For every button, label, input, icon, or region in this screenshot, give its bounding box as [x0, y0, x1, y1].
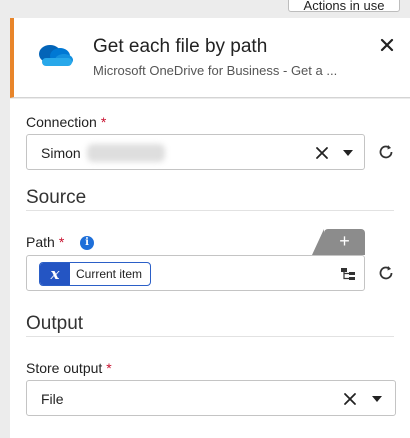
action-config-panel: Connection * Simon Source Path * i + x Cur…	[10, 99, 410, 438]
chevron-down-icon[interactable]	[343, 150, 353, 156]
actions-in-use-button[interactable]: Actions in use	[288, 0, 400, 13]
top-strip: Actions in use	[0, 0, 410, 16]
clear-icon[interactable]	[343, 392, 357, 406]
path-label: Path *	[26, 234, 64, 250]
info-icon[interactable]: i	[80, 236, 94, 250]
connection-dropdown[interactable]: Simon	[26, 134, 365, 170]
token-label: Current item	[76, 267, 143, 281]
required-mark: *	[106, 360, 112, 376]
path-label-text: Path	[26, 234, 55, 250]
current-item-token[interactable]: x Current item	[39, 262, 152, 286]
refresh-icon[interactable]	[377, 264, 395, 282]
output-heading: Output	[26, 313, 84, 334]
refresh-icon[interactable]	[377, 143, 395, 161]
chevron-down-icon[interactable]	[372, 396, 382, 402]
action-subtitle: Microsoft OneDrive for Business - Get a …	[93, 63, 338, 78]
store-output-value: File	[41, 391, 64, 407]
connection-label: Connection *	[26, 114, 106, 130]
onedrive-cloud-icon	[34, 40, 74, 70]
action-title: Get each file by path	[93, 36, 268, 57]
required-mark: *	[58, 234, 65, 250]
add-variable-button[interactable]: +	[312, 229, 365, 255]
clear-icon[interactable]	[315, 146, 329, 160]
redacted-name	[87, 144, 165, 162]
connection-label-text: Connection	[26, 114, 97, 130]
folder-tree-icon[interactable]	[340, 267, 356, 281]
action-header: Get each file by path Microsoft OneDrive…	[10, 18, 410, 98]
variable-x-icon: x	[40, 263, 70, 285]
close-icon[interactable]	[378, 36, 396, 54]
section-divider	[26, 210, 394, 211]
store-output-dropdown[interactable]: File	[26, 380, 396, 416]
store-output-label: Store output *	[26, 360, 112, 376]
section-divider	[26, 336, 394, 337]
connection-value: Simon	[41, 145, 81, 161]
store-output-label-text: Store output	[26, 360, 103, 376]
path-input[interactable]: x Current item	[26, 255, 365, 291]
source-heading: Source	[26, 187, 87, 208]
required-mark: *	[100, 114, 107, 130]
